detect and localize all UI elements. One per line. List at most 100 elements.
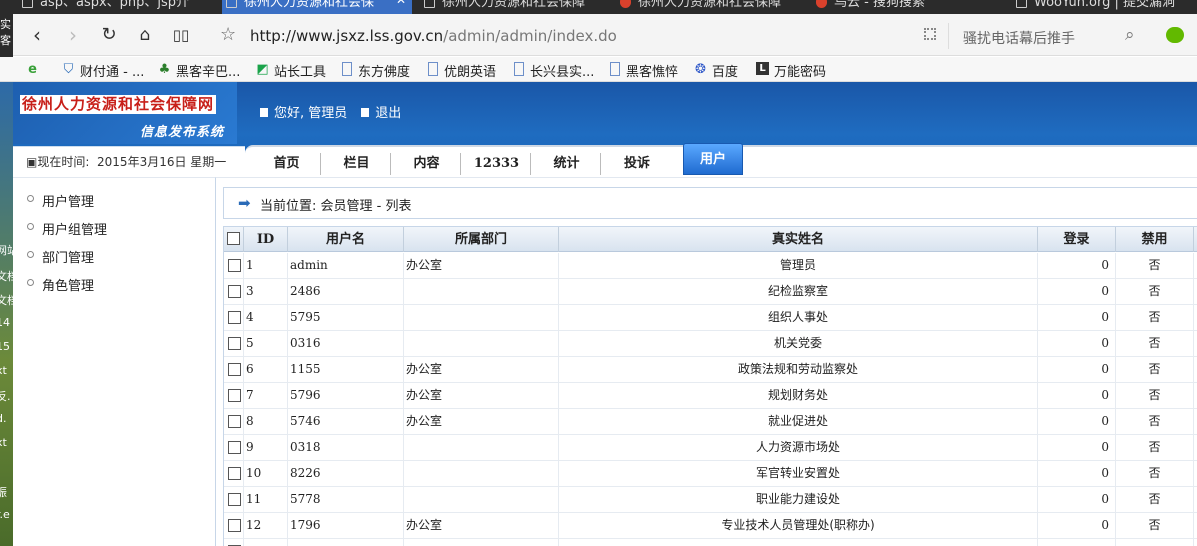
sidebar-item-user-management[interactable]: 用户管理 <box>27 191 94 210</box>
cell-disabled: 否 <box>1116 383 1194 408</box>
sidebar-item-user-group-management[interactable]: 用户组管理 <box>27 219 107 238</box>
home-button[interactable]: ⌂ <box>132 22 158 48</box>
cell-logins <box>1038 539 1116 546</box>
main-content: ➡ 当前位置: 会员管理 - 列表 ID 用户名 所属部门 真实姓名 登录 禁用… <box>216 177 1197 546</box>
cell-username: admin <box>288 253 404 278</box>
nav-users[interactable]: 用户 <box>683 143 743 175</box>
cell-disabled: 否 <box>1116 305 1194 330</box>
bookmark-item[interactable]: 优朗英语 <box>424 61 496 80</box>
bookmark-item[interactable]: ♣ 黑客辛巴... <box>156 61 241 80</box>
table-row[interactable]: 5 0316 机关党委 0 否 <box>224 331 1197 357</box>
table-row[interactable]: 4 5795 组织人事处 0 否 <box>224 305 1197 331</box>
bookmark-item[interactable]: ❂ 百度 <box>692 61 738 80</box>
nav-stats[interactable]: 统计 <box>533 153 601 175</box>
header-department[interactable]: 所属部门 <box>404 227 559 252</box>
url-text[interactable]: http://www.jsxz.lss.gov.cn/admin/admin/i… <box>250 27 617 45</box>
bookmark-item[interactable]: ◩ 站长工具 <box>254 61 326 80</box>
sidebar-item-role-management[interactable]: 角色管理 <box>27 275 94 294</box>
cell-id: 11 <box>244 487 288 512</box>
browser-tab[interactable]: 徐州人力资源和社会保障 <box>616 0 806 14</box>
table-row[interactable]: 6 1155 办公室 政策法规和劳动监察处 0 否 <box>224 357 1197 383</box>
row-checkbox[interactable] <box>228 389 241 402</box>
search-icon[interactable]: ⌕ <box>1125 25 1135 45</box>
cell-department <box>404 331 559 356</box>
cell-logins: 0 <box>1038 279 1116 304</box>
table-row[interactable] <box>224 539 1197 546</box>
back-button[interactable]: ‹ <box>24 22 50 48</box>
browser-tab-active[interactable]: 徐州人力资源和社会保 ✕ <box>222 0 412 14</box>
nav-home[interactable]: 首页 <box>253 153 321 175</box>
bookmark-item[interactable]: 东方佛度 <box>338 61 410 80</box>
cell-id: 5 <box>244 331 288 356</box>
cell-real-name: 专业技术人员管理处(职称办) <box>559 513 1038 538</box>
table-row[interactable]: 11 5778 职业能力建设处 0 否 <box>224 487 1197 513</box>
cell-logins: 0 <box>1038 331 1116 356</box>
bullet-icon <box>27 251 34 258</box>
row-checkbox-cell <box>224 539 244 546</box>
header-disabled[interactable]: 禁用 <box>1116 227 1194 252</box>
browser-tab[interactable]: 乌云 - 搜狗搜索 <box>812 0 1008 14</box>
cell-real-name: 组织人事处 <box>559 305 1038 330</box>
table-row[interactable]: 1 admin 办公室 管理员 0 否 <box>224 253 1197 279</box>
row-checkbox[interactable] <box>228 493 241 506</box>
nav-complaints[interactable]: 投诉 <box>603 153 671 175</box>
star-icon[interactable]: ☆ <box>220 24 236 45</box>
header-real-name[interactable]: 真实姓名 <box>559 227 1038 252</box>
row-checkbox[interactable] <box>228 259 241 272</box>
header-logins[interactable]: 登录 <box>1038 227 1116 252</box>
search-box[interactable]: 骚扰电话幕后推手 ⌕ <box>948 23 1148 49</box>
cell-id: 10 <box>244 461 288 486</box>
cell-username: 5746 <box>288 409 404 434</box>
header-username[interactable]: 用户名 <box>288 227 404 252</box>
cell-logins: 0 <box>1038 435 1116 460</box>
nav-content[interactable]: 内容 <box>393 153 461 175</box>
table-row[interactable]: 3 2486 纪检监察室 0 否 <box>224 279 1197 305</box>
table-row[interactable]: 9 0318 人力资源市场处 0 否 <box>224 435 1197 461</box>
table-row[interactable]: 10 8226 军官转业安置处 0 否 <box>224 461 1197 487</box>
browser-tab[interactable]: 徐州人力资源和社会保障 <box>420 0 610 14</box>
close-tab-icon[interactable]: ✕ <box>396 0 406 6</box>
cell-username: 0316 <box>288 331 404 356</box>
reader-icon[interactable]: ▯▯ <box>168 22 194 48</box>
row-checkbox[interactable] <box>228 441 241 454</box>
qr-code-icon[interactable] <box>924 28 936 40</box>
reload-button[interactable]: ↻ <box>96 22 122 48</box>
select-all-checkbox[interactable] <box>227 232 240 245</box>
nav-12333[interactable]: 12333 <box>463 153 531 175</box>
page-icon <box>226 0 237 8</box>
logout-link[interactable]: 退出 <box>375 106 401 121</box>
forward-button[interactable]: › <box>60 22 86 48</box>
browser-tab[interactable]: WooYun.org | 提交漏洞 <box>1012 0 1197 14</box>
sidebar-item-department-management[interactable]: 部门管理 <box>27 247 94 266</box>
row-checkbox[interactable] <box>228 311 241 324</box>
wechat-icon[interactable] <box>1166 27 1184 43</box>
cell-logins: 0 <box>1038 409 1116 434</box>
bookmark-item[interactable]: ⛉ 财付通 - ... <box>60 61 145 80</box>
row-checkbox-cell <box>224 435 244 460</box>
search-input[interactable]: 骚扰电话幕后推手 <box>963 28 1075 48</box>
address-bar[interactable]: ☆ http://www.jsxz.lss.gov.cn/admin/admin… <box>212 23 942 49</box>
table-row[interactable]: 8 5746 办公室 就业促进处 0 否 <box>224 409 1197 435</box>
logout-icon <box>361 108 370 117</box>
page-icon <box>22 0 33 8</box>
header-id[interactable]: ID <box>244 227 288 252</box>
desktop-edge-top: 实 客 <box>0 14 13 57</box>
table-row[interactable]: 7 5796 办公室 规划财务处 0 否 <box>224 383 1197 409</box>
cell-id: 9 <box>244 435 288 460</box>
cell-real-name: 政策法规和劳动监察处 <box>559 357 1038 382</box>
row-checkbox[interactable] <box>228 363 241 376</box>
baidu-paw-icon: ❂ <box>695 62 706 77</box>
bookmark-item[interactable]: 长兴县实... <box>510 61 594 80</box>
browser-tab[interactable]: asp、aspx、php、jsp介 <box>18 0 214 14</box>
cell-id: 6 <box>244 357 288 382</box>
row-checkbox-cell <box>224 253 244 278</box>
row-checkbox[interactable] <box>228 467 241 480</box>
bookmark-item[interactable]: 黑客憔悴 <box>606 61 678 80</box>
row-checkbox[interactable] <box>228 285 241 298</box>
row-checkbox[interactable] <box>228 519 241 532</box>
table-row[interactable]: 12 1796 办公室 专业技术人员管理处(职称办) 0 否 <box>224 513 1197 539</box>
row-checkbox[interactable] <box>228 415 241 428</box>
row-checkbox[interactable] <box>228 337 241 350</box>
nav-columns[interactable]: 栏目 <box>323 153 391 175</box>
bookmark-item[interactable]: L 万能密码 <box>754 61 826 80</box>
